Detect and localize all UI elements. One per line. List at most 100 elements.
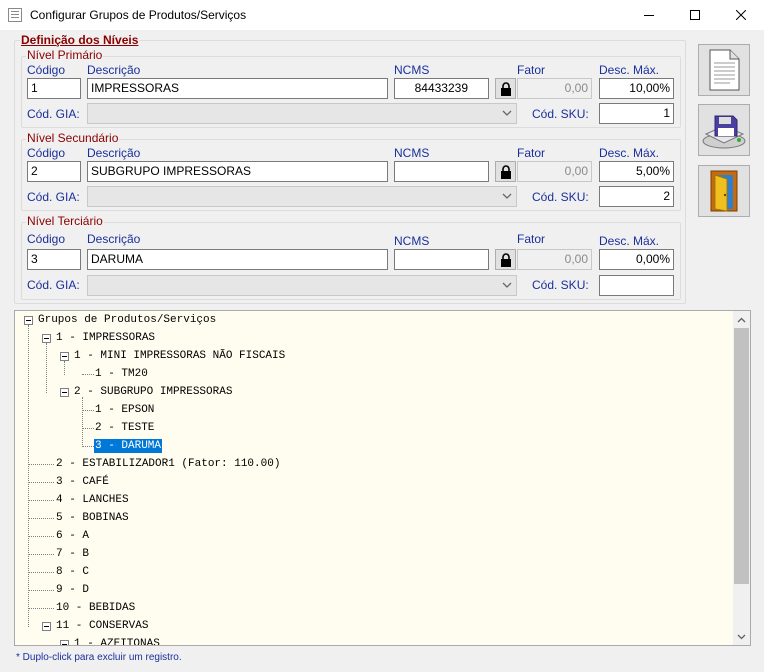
footer-note: * Duplo-click para excluir um registro. xyxy=(16,652,182,663)
tree-node[interactable]: 11 - CONSERVAS xyxy=(55,619,149,633)
tree-connector xyxy=(82,410,94,411)
secondary-desc-max-input[interactable]: 5,00% xyxy=(599,161,674,182)
cod-gia-label: Cód. GIA: xyxy=(27,278,80,292)
cod-sku-label: Cód. SKU: xyxy=(532,190,589,204)
primary-ncms-input[interactable]: 84433239 xyxy=(394,78,489,99)
tertiary-desc-max-input[interactable]: 0,00% xyxy=(599,249,674,270)
descricao-label: Descrição xyxy=(87,63,141,77)
tertiary-descricao-input[interactable]: DARUMA xyxy=(87,249,388,270)
primary-cod-gia-select[interactable] xyxy=(87,103,517,124)
chevron-down-icon xyxy=(502,193,512,199)
scroll-down-button[interactable] xyxy=(733,628,750,645)
exit-door-icon xyxy=(710,170,738,212)
descricao-label: Descrição xyxy=(87,146,141,160)
maximize-button[interactable] xyxy=(672,0,718,30)
title-bar: Configurar Grupos de Produtos/Serviços xyxy=(0,0,764,30)
floppy-disk-icon xyxy=(702,115,746,149)
scroll-up-button[interactable] xyxy=(733,311,750,328)
primary-lock-button[interactable] xyxy=(495,78,516,99)
tree-node[interactable]: 4 - LANCHES xyxy=(55,493,130,507)
scroll-thumb[interactable] xyxy=(734,328,749,584)
tree-connector xyxy=(28,325,29,627)
codigo-label: Código xyxy=(27,146,66,160)
tree-connector xyxy=(28,608,54,609)
tree-node[interactable]: 2 - ESTABILIZADOR1 (Fator: 110.00) xyxy=(55,457,281,471)
primary-cod-sku-input[interactable]: 1 xyxy=(599,103,674,124)
save-button[interactable] xyxy=(698,104,750,156)
collapse-toggle[interactable] xyxy=(42,334,51,343)
desc-max-label: Desc. Máx. xyxy=(599,234,660,248)
tree-node[interactable]: 1 - EPSON xyxy=(94,403,155,417)
tree-node[interactable]: 2 - SUBGRUPO IMPRESSORAS xyxy=(73,385,233,399)
tree-node[interactable]: 5 - BOBINAS xyxy=(55,511,130,525)
minimize-button[interactable] xyxy=(626,0,672,30)
lock-icon xyxy=(500,81,511,96)
tree-node[interactable]: 1 - MINI IMPRESSORAS NÃO FISCAIS xyxy=(73,349,286,363)
close-button[interactable] xyxy=(718,0,764,30)
collapse-toggle[interactable] xyxy=(60,388,69,397)
fator-label: Fator xyxy=(517,146,546,160)
tree-node[interactable]: 10 - BEBIDAS xyxy=(55,601,136,615)
tree-connector xyxy=(82,397,83,447)
primary-descricao-input[interactable]: IMPRESSORAS xyxy=(87,78,388,99)
lock-icon xyxy=(500,252,511,267)
tertiary-cod-gia-select[interactable] xyxy=(87,275,517,296)
ncms-label: NCMS xyxy=(394,146,430,160)
tree-connector xyxy=(28,518,54,519)
tree-node[interactable]: 1 - AZEITONAS xyxy=(73,637,161,645)
window-title: Configurar Grupos de Produtos/Serviços xyxy=(30,8,247,22)
tree-connector xyxy=(46,343,47,393)
primary-desc-max-input[interactable]: 10,00% xyxy=(599,78,674,99)
chevron-up-icon xyxy=(737,317,746,322)
tree-node[interactable]: 7 - B xyxy=(55,547,90,561)
document-icon xyxy=(709,49,740,91)
collapse-toggle[interactable] xyxy=(60,640,69,645)
collapse-toggle[interactable] xyxy=(24,316,33,325)
groups-tree[interactable]: Grupos de Produtos/Serviços 1 - IMPRESSO… xyxy=(14,310,751,646)
tertiary-ncms-input[interactable] xyxy=(394,249,489,270)
secondary-lock-button[interactable] xyxy=(495,161,516,182)
maximize-icon xyxy=(690,10,700,20)
secondary-codigo-input[interactable]: 2 xyxy=(27,161,81,182)
fator-label: Fator xyxy=(517,232,546,246)
secondary-cod-gia-select[interactable] xyxy=(87,186,517,207)
tertiary-fator-input: 0,00 xyxy=(517,249,592,270)
secondary-cod-sku-input[interactable]: 2 xyxy=(599,186,674,207)
primary-level-title: Nível Primário xyxy=(26,48,104,62)
secondary-fator-input: 0,00 xyxy=(517,161,592,182)
tree-root[interactable]: Grupos de Produtos/Serviços xyxy=(37,313,217,327)
tree-connector xyxy=(28,500,54,501)
collapse-toggle[interactable] xyxy=(60,352,69,361)
section-title: Definição dos Níveis xyxy=(20,33,140,47)
tree-node[interactable]: 6 - A xyxy=(55,529,90,543)
secondary-level-title: Nível Secundário xyxy=(26,131,120,145)
tree-node[interactable]: 8 - C xyxy=(55,565,90,579)
tree-scrollbar[interactable] xyxy=(733,311,750,645)
desc-max-label: Desc. Máx. xyxy=(599,63,660,77)
primary-fator-input: 0,00 xyxy=(517,78,592,99)
tertiary-lock-button[interactable] xyxy=(495,249,516,270)
primary-codigo-input[interactable]: 1 xyxy=(27,78,81,99)
tree-node[interactable]: 1 - IMPRESSORAS xyxy=(55,331,156,345)
tree-node[interactable]: 9 - D xyxy=(55,583,90,597)
chevron-down-icon xyxy=(737,634,746,639)
tree-node-selected[interactable]: 3 - DARUMA xyxy=(92,438,164,454)
codigo-label: Código xyxy=(27,63,66,77)
tertiary-cod-sku-input[interactable] xyxy=(599,275,674,296)
tree-node[interactable]: 2 - TESTE xyxy=(94,421,155,435)
new-button[interactable] xyxy=(698,44,750,96)
desc-max-label: Desc. Máx. xyxy=(599,146,660,160)
tree-connector xyxy=(82,428,94,429)
tree-node[interactable]: 1 - TM20 xyxy=(94,367,149,381)
secondary-ncms-input[interactable] xyxy=(394,161,489,182)
tree-connector xyxy=(28,590,54,591)
tertiary-codigo-input[interactable]: 3 xyxy=(27,249,81,270)
secondary-descricao-input[interactable]: SUBGRUPO IMPRESSORAS xyxy=(87,161,388,182)
tree-connector xyxy=(28,536,54,537)
tree-connector xyxy=(28,482,54,483)
collapse-toggle[interactable] xyxy=(42,622,51,631)
tree-connector xyxy=(28,554,54,555)
exit-button[interactable] xyxy=(698,165,750,217)
tree-node[interactable]: 3 - CAFÉ xyxy=(55,475,110,489)
tree-connector xyxy=(82,446,94,447)
